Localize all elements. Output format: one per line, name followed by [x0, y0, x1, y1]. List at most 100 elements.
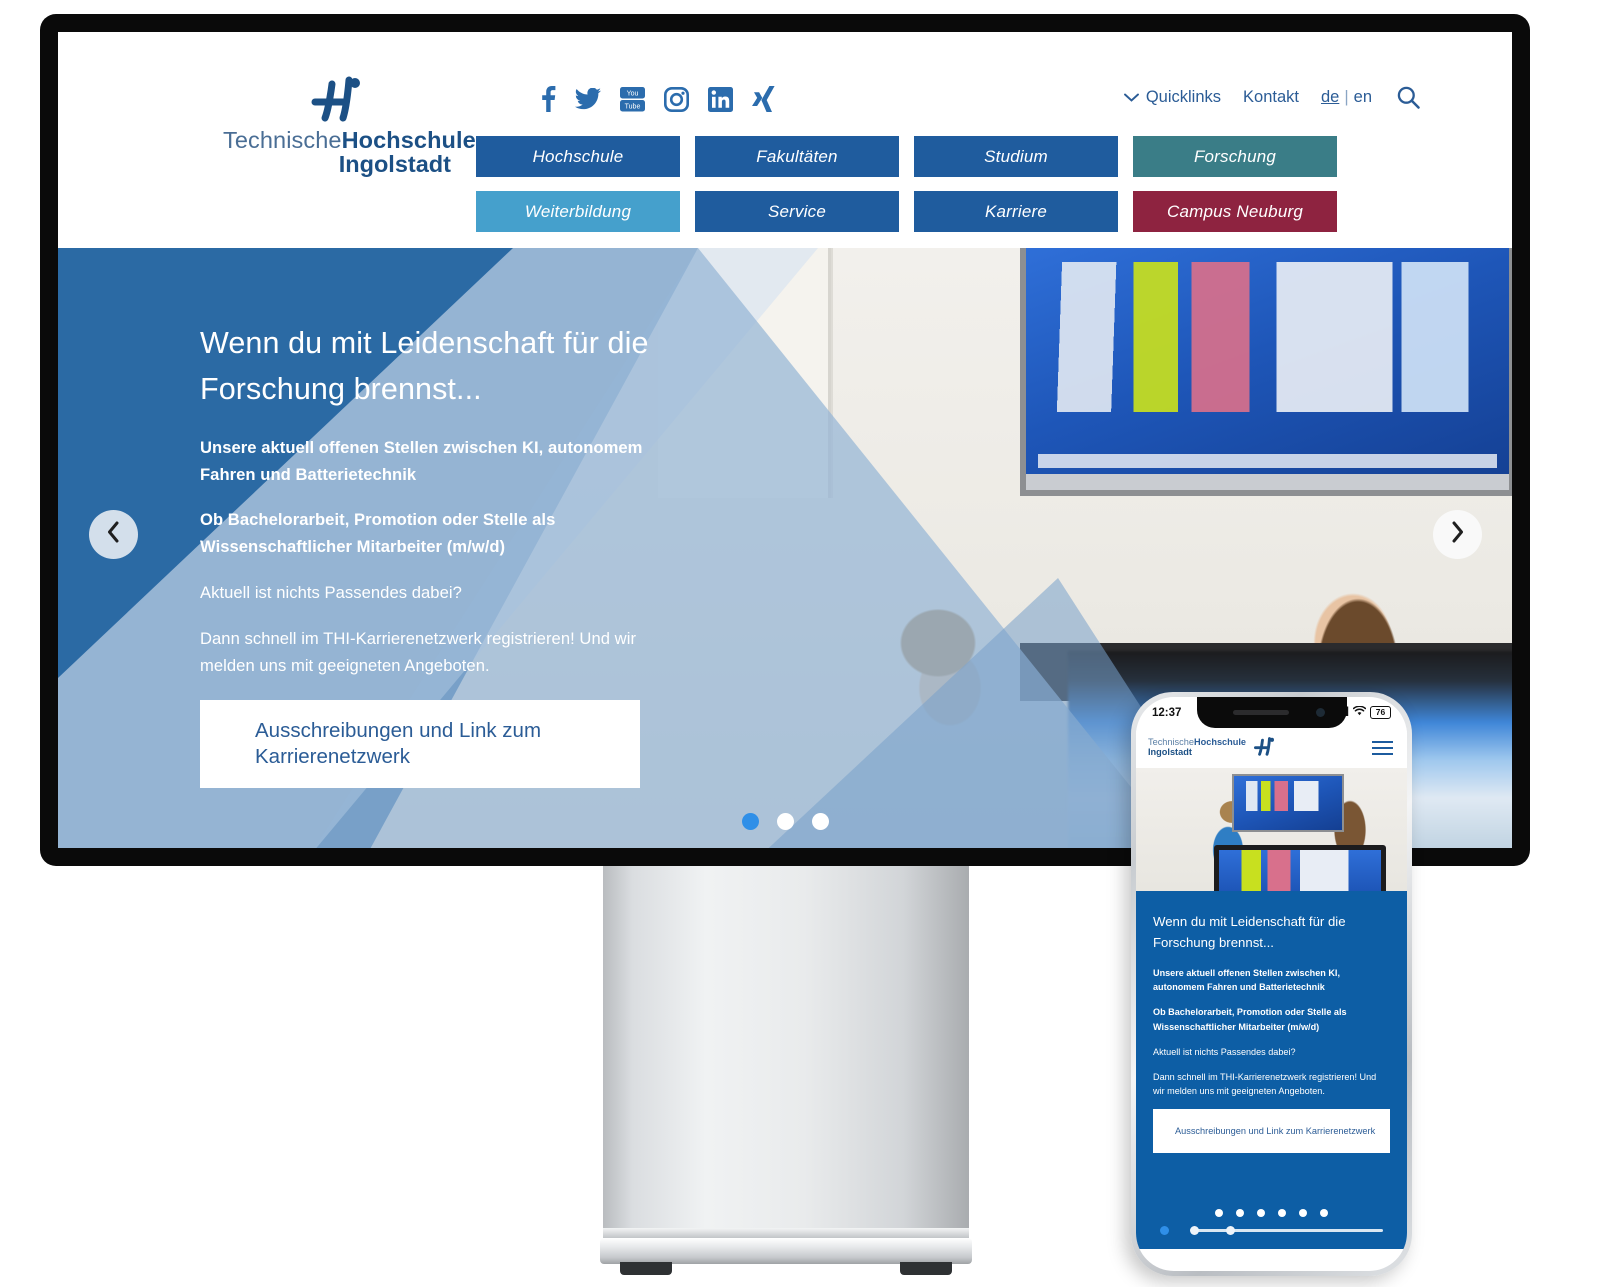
kontakt-link[interactable]: Kontakt	[1243, 88, 1299, 107]
nav-item-hochschule[interactable]: Hochschule	[476, 136, 680, 177]
nav-item-campus-neuburg[interactable]: Campus Neuburg	[1133, 191, 1337, 232]
monitor-stand-base	[600, 1238, 972, 1264]
phone-photo-second-screen	[1214, 845, 1386, 891]
chevron-right-icon	[1450, 521, 1465, 548]
svg-text:Tube: Tube	[625, 104, 641, 111]
phone-site-header: TechnischeHochschule Ingolstadt	[1136, 728, 1407, 768]
lang-en[interactable]: en	[1354, 88, 1372, 107]
phone-carousel-dots	[1136, 1209, 1407, 1217]
phone-scroll-indicator[interactable]	[1160, 1226, 1383, 1235]
site-header: TechnischeHochschule Ingolstadt You Tube…	[58, 32, 1512, 248]
phone-carousel-dot-3[interactable]	[1257, 1209, 1265, 1217]
phone-logo-ingolstadt: Ingolstadt	[1148, 747, 1192, 757]
phone-hero-lead: Unsere aktuell offenen Stellen zwischen …	[1153, 968, 1340, 993]
carousel-dot-3[interactable]	[811, 813, 829, 830]
nav-item-service[interactable]: Service	[695, 191, 899, 232]
hero-cta-button[interactable]: Ausschreibungen und Link zum Karrierenet…	[200, 699, 640, 788]
quicklinks-dropdown[interactable]: Quicklinks	[1123, 88, 1221, 107]
nav-label: Studium	[984, 146, 1048, 166]
thi-logo-mark-icon	[223, 72, 463, 124]
phone-mockup: 12:37 76 TechnischeHochschule Ingolstadt	[1131, 692, 1412, 1276]
language-switcher[interactable]: de | en	[1321, 88, 1372, 107]
carousel-prev-button[interactable]	[89, 510, 138, 559]
twitter-icon[interactable]	[575, 88, 601, 110]
phone-hero-cta-label: Ausschreibungen und Link zum Karrierenet…	[1175, 1125, 1376, 1136]
hero-title: Wenn du mit Leidenschaft für die Forschu…	[200, 326, 649, 407]
hero-paragraph-1: Ob Bachelorarbeit, Promotion oder Stelle…	[200, 510, 556, 557]
search-icon[interactable]	[1397, 86, 1420, 114]
carousel-dot-2[interactable]	[776, 813, 794, 830]
phone-front-camera-icon	[1315, 708, 1325, 717]
chevron-down-icon	[1123, 88, 1139, 107]
carousel-dot-1[interactable]	[741, 813, 759, 830]
phone-clock: 12:37	[1152, 706, 1182, 719]
hero-paragraph-2: Aktuell ist nichts Passendes dabei?	[200, 583, 462, 603]
phone-scroll-current	[1160, 1226, 1169, 1235]
hero-lead-text: Unsere aktuell offenen Stellen zwischen …	[200, 437, 643, 484]
nav-label: Service	[767, 201, 827, 221]
nav-item-forschung[interactable]: Forschung	[1133, 136, 1337, 177]
phone-battery-level: 76	[1370, 706, 1391, 719]
phone-scroll-knob-2	[1226, 1226, 1235, 1235]
thi-logo[interactable]: TechnischeHochschule Ingolstadt	[223, 72, 476, 178]
phone-carousel-dot-2[interactable]	[1236, 1209, 1244, 1217]
wifi-icon	[1352, 705, 1367, 719]
phone-screen: 12:37 76 TechnischeHochschule Ingolstadt	[1136, 697, 1407, 1271]
phone-thi-logo[interactable]: TechnischeHochschule Ingolstadt	[1148, 735, 1281, 762]
phone-photo-cad-model	[1240, 781, 1336, 811]
nav-label: Weiterbildung	[524, 201, 632, 221]
nav-item-weiterbildung[interactable]: Weiterbildung	[476, 191, 680, 232]
lang-separator: |	[1344, 88, 1349, 106]
hero-cta-label: Ausschreibungen und Link zum Karrierenet…	[255, 718, 542, 768]
svg-text:You: You	[627, 91, 639, 98]
photo-presentation-display	[1020, 248, 1512, 496]
phone-carousel-dot-6[interactable]	[1320, 1209, 1328, 1217]
photo-door	[658, 248, 833, 498]
nav-item-karriere[interactable]: Karriere	[914, 191, 1118, 232]
linkedin-icon[interactable]	[708, 86, 733, 112]
thi-logo-text: TechnischeHochschule Ingolstadt	[223, 128, 476, 178]
phone-logo-technische: Technische	[1148, 737, 1194, 748]
phone-carousel-dot-5[interactable]	[1299, 1209, 1307, 1217]
phone-logo-text: TechnischeHochschule Ingolstadt	[1148, 738, 1246, 757]
photo-wall-edge	[828, 248, 831, 498]
phone-photo-display	[1232, 774, 1344, 832]
carousel-next-button[interactable]	[1433, 510, 1482, 559]
phone-speaker	[1232, 710, 1289, 715]
facebook-icon[interactable]	[541, 86, 556, 112]
phone-hero-title: Wenn du mit Leidenschaft für die Forschu…	[1153, 914, 1346, 951]
phone-logo-hochschule: Hochschule	[1193, 737, 1247, 748]
hero-content: Wenn du mit Leidenschaft für die Forschu…	[200, 320, 670, 788]
nav-item-studium[interactable]: Studium	[914, 136, 1118, 177]
phone-photo-second-screen-content	[1219, 850, 1381, 891]
phone-hero-paragraph-1: Ob Bachelorarbeit, Promotion oder Stelle…	[1153, 1007, 1347, 1032]
phone-hero-photo	[1136, 768, 1407, 891]
lang-de[interactable]: de	[1321, 88, 1339, 107]
main-navigation: Hochschule Fakultäten Studium Forschung …	[476, 136, 1337, 232]
hero-paragraph-3: Dann schnell im THI-Karrierenetzwerk reg…	[200, 629, 637, 675]
phone-hero-cta-button[interactable]: Ausschreibungen und Link zum Karrierenet…	[1153, 1108, 1390, 1153]
nav-label: Campus Neuburg	[1166, 201, 1304, 221]
youtube-icon[interactable]: You Tube	[620, 86, 645, 112]
phone-notch	[1196, 697, 1347, 728]
photo-taskbar	[1038, 454, 1497, 468]
phone-carousel-dot-1[interactable]	[1215, 1209, 1223, 1217]
instagram-icon[interactable]	[664, 86, 689, 112]
xing-icon[interactable]	[752, 86, 776, 112]
hamburger-menu-icon[interactable]	[1372, 740, 1393, 756]
monitor-stand-foot-right	[900, 1262, 952, 1275]
nav-label: Forschung	[1193, 146, 1277, 166]
phone-hero-paragraph-3: Dann schnell im THI-Karrierenetzwerk reg…	[1153, 1071, 1377, 1096]
monitor-stand-foot-left	[620, 1262, 672, 1275]
nav-label: Fakultäten	[756, 146, 838, 166]
photo-cad-model	[1044, 262, 1491, 412]
phone-carousel-dot-4[interactable]	[1278, 1209, 1286, 1217]
social-links: You Tube	[541, 86, 776, 112]
nav-label: Hochschule	[532, 146, 624, 166]
nav-label: Karriere	[984, 201, 1048, 221]
phone-hero-content: Wenn du mit Leidenschaft für die Forschu…	[1136, 891, 1407, 1249]
chevron-left-icon	[106, 521, 121, 548]
logo-word-ingolstadt: Ingolstadt	[338, 151, 451, 178]
kontakt-label: Kontakt	[1243, 88, 1299, 106]
nav-item-fakultaeten[interactable]: Fakultäten	[695, 136, 899, 177]
